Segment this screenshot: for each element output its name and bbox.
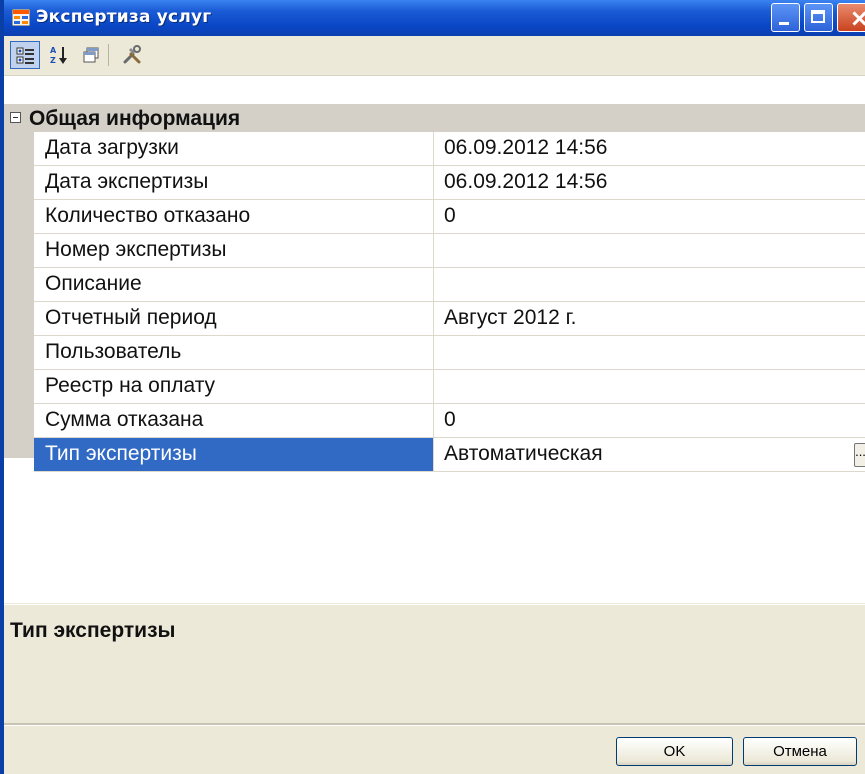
property-value[interactable] — [435, 336, 865, 369]
description-pane: Тип экспертизы — [4, 604, 865, 725]
property-row[interactable]: Сумма отказана 0 — [34, 404, 865, 438]
property-name: Номер экспертизы — [34, 234, 434, 267]
property-name: Описание — [34, 268, 434, 301]
window-title: Экспертиза услуг — [36, 7, 212, 27]
property-value[interactable] — [435, 234, 865, 267]
cancel-button[interactable]: Отмена — [743, 737, 857, 766]
property-name: Реестр на оплату — [34, 370, 434, 403]
property-grid-toolbar: A Z — [4, 36, 865, 76]
svg-text:A: A — [50, 46, 57, 55]
property-value[interactable] — [435, 370, 865, 403]
window-icon — [11, 8, 31, 27]
title-bar[interactable]: Экспертиза услуг — [4, 0, 865, 36]
category-label: Общая информация — [29, 107, 241, 130]
property-value[interactable] — [435, 268, 865, 301]
property-row[interactable]: Дата загрузки 06.09.2012 14:56 — [34, 132, 865, 166]
property-value[interactable]: 06.09.2012 14:56 — [435, 166, 865, 199]
property-value[interactable]: 06.09.2012 14:56 — [435, 132, 865, 165]
property-row[interactable]: Описание — [34, 268, 865, 302]
properties-button[interactable] — [117, 41, 147, 69]
close-button[interactable] — [837, 3, 865, 32]
dialog-window: Экспертиза услуг A Z Общая информация Да… — [0, 0, 865, 774]
ellipsis-button[interactable]: ... — [854, 443, 865, 467]
property-name: Дата загрузки — [34, 132, 434, 165]
svg-text:Z: Z — [50, 56, 56, 65]
property-name: Дата экспертизы — [34, 166, 434, 199]
toolbar-separator — [108, 44, 109, 66]
property-value[interactable]: 0 — [435, 404, 865, 437]
property-value[interactable]: Август 2012 г. — [435, 302, 865, 335]
categorized-view-button[interactable] — [10, 41, 40, 69]
property-value[interactable]: 0 — [435, 200, 865, 233]
minimize-button[interactable] — [771, 3, 800, 32]
property-name: Отчетный период — [34, 302, 434, 335]
property-pages-button[interactable] — [76, 41, 106, 69]
property-value[interactable]: Автоматическая — [435, 438, 865, 471]
alphabetical-sort-button[interactable]: A Z — [44, 41, 74, 69]
property-row[interactable]: Реестр на оплату — [34, 370, 865, 404]
property-row[interactable]: Номер экспертизы — [34, 234, 865, 268]
description-divider — [4, 723, 865, 726]
property-row[interactable]: Отчетный период Август 2012 г. — [34, 302, 865, 336]
ok-button[interactable]: OK — [616, 737, 733, 766]
property-row[interactable]: Дата экспертизы 06.09.2012 14:56 — [34, 166, 865, 200]
collapse-icon[interactable] — [10, 112, 21, 123]
category-row-general[interactable]: Общая информация — [4, 104, 865, 132]
grid-left-margin — [4, 132, 34, 458]
property-name: Пользователь — [34, 336, 434, 369]
property-name: Тип экспертизы — [34, 438, 434, 471]
description-title: Тип экспертизы — [10, 619, 176, 642]
maximize-button[interactable] — [804, 3, 833, 32]
property-row[interactable]: Количество отказано 0 — [34, 200, 865, 234]
property-grid[interactable]: Общая информация Дата загрузки 06.09.201… — [4, 76, 865, 603]
property-name: Количество отказано — [34, 200, 434, 233]
property-row[interactable]: Пользователь — [34, 336, 865, 370]
property-row-selected[interactable]: Тип экспертизы Автоматическая ... — [34, 438, 865, 472]
property-name: Сумма отказана — [34, 404, 434, 437]
